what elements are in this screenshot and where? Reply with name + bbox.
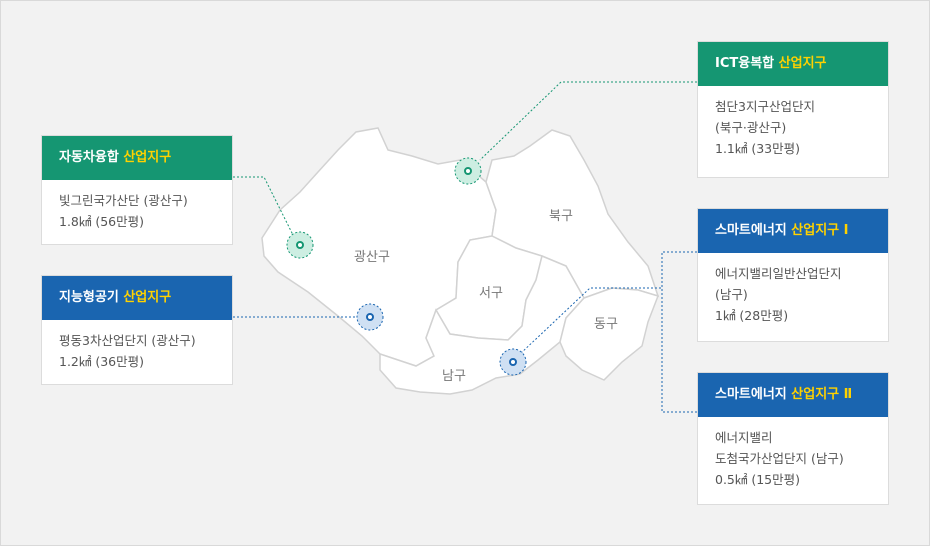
card-smart-energy-1-line: (남구) [715, 287, 748, 302]
card-smart-energy-2-title-highlight: 산업지구 Ⅱ [791, 387, 853, 402]
card-auto-line: 1.8㎢ (56만평) [59, 214, 145, 229]
card-ict-line: (북구·광산구) [715, 120, 787, 135]
card-auto-title-highlight: 산업지구 [123, 150, 172, 165]
card-ict-title-highlight: 산업지구 [778, 56, 827, 71]
label-nam: 남구 [442, 369, 466, 384]
connector-smart-energy-2 [661, 288, 697, 413]
marker-smart-energy[interactable] [499, 348, 527, 376]
card-smart-machine: 지능형공기 산업지구 평동3차산업단지 (광산구) 1.2㎢ (36만평) [41, 275, 233, 385]
card-smart-energy-1-body: 에너지밸리일반산업단지 (남구) 1㎢ (28만평) [698, 253, 888, 336]
card-ict-line: 1.1㎢ (33만평) [715, 141, 801, 156]
card-smart-energy-1-header: 스마트에너지 산업지구 Ⅰ [698, 209, 888, 253]
card-ict-body: 첨단3지구산업단지 (북구·광산구) 1.1㎢ (33만평) [698, 86, 888, 169]
card-smart-machine-line: 평동3차산업단지 (광산구) [59, 333, 196, 348]
card-ict: ICT융복합 산업지구 첨단3지구산업단지 (북구·광산구) 1.1㎢ (33만… [697, 41, 889, 178]
card-smart-machine-line: 1.2㎢ (36만평) [59, 354, 145, 369]
card-auto-body: 빛그린국가산단 (광산구) 1.8㎢ (56만평) [42, 180, 232, 242]
label-buk: 북구 [549, 209, 573, 224]
card-auto-header: 자동차융합 산업지구 [42, 136, 232, 180]
card-smart-machine-title-highlight: 산업지구 [123, 290, 172, 305]
connector-ict [479, 81, 697, 161]
card-ict-header: ICT융복합 산업지구 [698, 42, 888, 86]
label-seo: 서구 [479, 286, 503, 301]
card-smart-machine-title: 지능형공기 [59, 290, 124, 305]
card-smart-machine-header: 지능형공기 산업지구 [42, 276, 232, 320]
card-smart-energy-1-title: 스마트에너지 [715, 223, 792, 238]
card-smart-energy-1-title-highlight: 산업지구 Ⅰ [791, 223, 849, 238]
card-smart-machine-body: 평동3차산업단지 (광산구) 1.2㎢ (36만평) [42, 320, 232, 382]
label-dong: 동구 [594, 317, 618, 332]
card-auto: 자동차융합 산업지구 빛그린국가산단 (광산구) 1.8㎢ (56만평) [41, 135, 233, 245]
card-ict-title: ICT융복합 [715, 56, 779, 71]
card-ict-line: 첨단3지구산업단지 [715, 99, 815, 114]
card-smart-energy-2-line: 도첨국가산업단지 (남구) [715, 451, 844, 466]
card-smart-energy-2-line: 에너지밸리 [715, 430, 773, 445]
card-smart-energy-1-line: 에너지밸리일반산업단지 [715, 266, 842, 281]
card-auto-title: 자동차융합 [59, 150, 124, 165]
card-smart-energy-1: 스마트에너지 산업지구 Ⅰ 에너지밸리일반산업단지 (남구) 1㎢ (28만평) [697, 208, 889, 342]
label-gwangsan: 광산구 [354, 250, 390, 265]
card-smart-energy-2: 스마트에너지 산업지구 Ⅱ 에너지밸리 도첨국가산업단지 (남구) 0.5㎢ (… [697, 372, 889, 505]
card-smart-energy-2-line: 0.5㎢ (15만평) [715, 472, 801, 487]
marker-smart-machine[interactable] [356, 303, 384, 331]
card-smart-energy-2-title: 스마트에너지 [715, 387, 792, 402]
marker-ict[interactable] [454, 157, 482, 185]
card-auto-line: 빛그린국가산단 (광산구) [59, 193, 188, 208]
marker-auto[interactable] [286, 231, 314, 259]
card-smart-energy-2-header: 스마트에너지 산업지구 Ⅱ [698, 373, 888, 417]
card-smart-energy-1-line: 1㎢ (28만평) [715, 308, 789, 323]
card-smart-energy-2-body: 에너지밸리 도첨국가산업단지 (남구) 0.5㎢ (15만평) [698, 417, 888, 500]
